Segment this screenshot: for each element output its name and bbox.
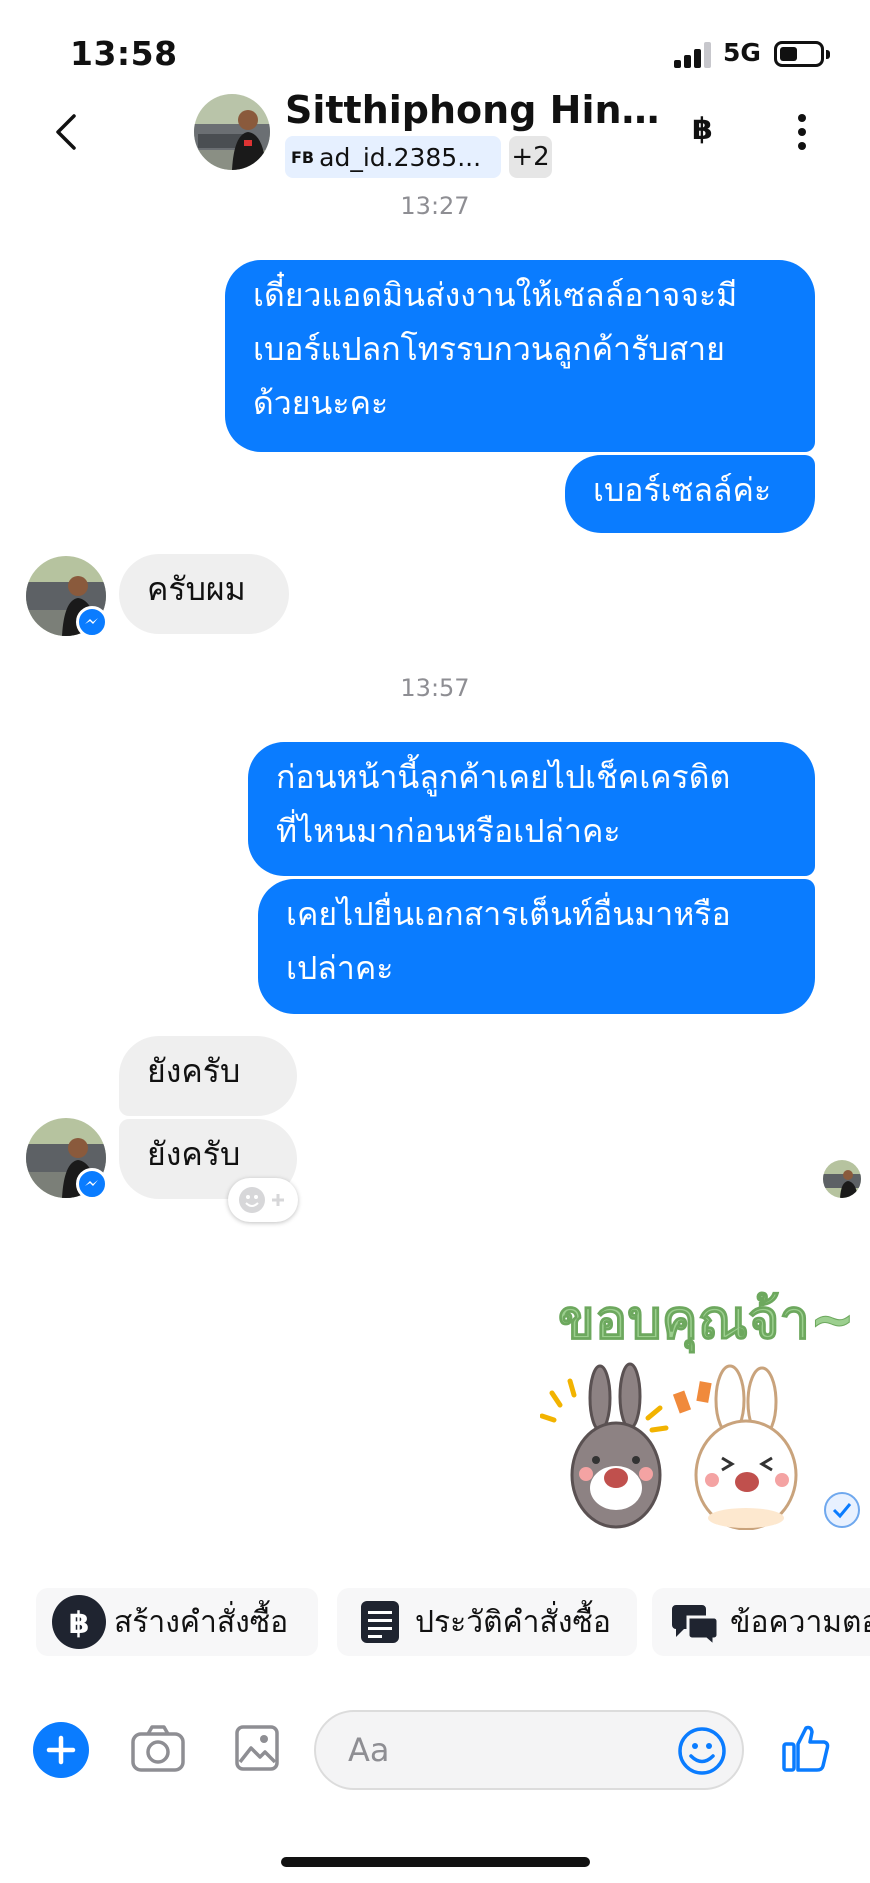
status-time: 13:58 [70,34,178,73]
message-line: ก่อนหน้านี้ลูกค้าเคยไปเช็คเครดิต [276,758,731,796]
outgoing-message[interactable]: เคยไปยื่นเอกสารเต็นท์อื่นมาหรือ เปล่าคะ [258,879,815,1014]
bunny-sticker-illustration [540,1362,798,1530]
message-line: เบอร์เซลล์ค่ะ [593,471,772,509]
baht-circle-icon: ฿ [52,1595,106,1649]
add-attachment-button[interactable] [33,1722,89,1778]
facebook-tag-prefix: FB [291,147,315,167]
baht-icon[interactable]: ฿ [692,112,713,147]
add-reaction-button[interactable] [228,1178,298,1222]
message-line: ยังครับ [147,1135,241,1173]
contact-name[interactable]: Sitthiphong Hinhat... [285,88,685,132]
message-line: ครับผม [147,570,246,608]
messenger-badge-icon [76,1168,108,1200]
ad-tag[interactable]: FB ad_id.2385... [285,136,501,178]
battery-icon [774,41,830,67]
order-list-icon [353,1595,407,1649]
timestamp: 13:57 [400,674,470,702]
incoming-message[interactable]: ยังครับ [119,1036,297,1116]
sent-check-icon [823,1491,861,1529]
more-options-icon[interactable] [798,114,806,150]
message-line: ยังครับ [147,1052,241,1090]
message-line: เคยไปยื่นเอกสารเต็นท์อื่นมาหรือ [286,895,731,933]
incoming-message[interactable]: ครับผม [119,554,289,634]
message-input-placeholder: Aa [348,1731,390,1769]
back-icon[interactable] [48,110,84,154]
message-line: เปล่าคะ [286,949,394,987]
messenger-badge-icon [76,606,108,638]
more-tags-badge[interactable]: +2 [509,136,552,178]
signal-icon [674,42,712,68]
chat-bubbles-icon [668,1595,722,1650]
emoji-icon[interactable] [676,1725,728,1777]
camera-icon[interactable] [130,1724,186,1774]
outgoing-message[interactable]: เดี๋ยวแอดมินส่งงานให้เซลล์อาจจะมี เบอร์แ… [225,260,815,452]
create-order-button[interactable]: ฿ สร้างคำสั่งซื้อ [36,1588,318,1656]
gallery-icon[interactable] [234,1724,280,1772]
outgoing-message[interactable]: ก่อนหน้านี้ลูกค้าเคยไปเช็คเครดิต ที่ไหนม… [248,742,815,876]
message-line: ที่ไหนมาก่อนหรือเปล่าคะ [276,812,621,850]
message-line: เบอร์แปลกโทรรบกวนลูกค้ารับสาย [253,330,725,368]
order-history-label: ประวัติคำสั่งซื้อ [415,1604,611,1640]
sticker-message[interactable]: ขอบคุณจ้า~ [540,1270,856,1530]
plus-icon [46,1735,76,1765]
home-indicator [281,1857,590,1867]
contact-avatar[interactable] [194,94,270,170]
svg-text:฿: ฿ [69,1606,90,1641]
network-type: 5G [723,38,761,67]
order-history-button[interactable]: ประวัติคำสั่งซื้อ [337,1588,637,1656]
saved-messages-button[interactable]: ข้อความตอ [652,1588,870,1656]
saved-messages-label: ข้อความตอ [730,1604,870,1640]
message-line: เดี๋ยวแอดมินส่งงานให้เซลล์อาจจะมี [253,276,738,314]
timestamp: 13:27 [400,192,470,220]
seen-avatar [823,1160,861,1198]
ad-tag-label: ad_id.2385... [319,142,482,172]
message-input[interactable]: Aa [314,1710,744,1790]
create-order-label: สร้างคำสั่งซื้อ [114,1604,289,1640]
message-line: ด้วยนะคะ [253,384,389,422]
thumbs-up-icon[interactable] [780,1722,832,1774]
outgoing-message[interactable]: เบอร์เซลล์ค่ะ [565,455,815,533]
